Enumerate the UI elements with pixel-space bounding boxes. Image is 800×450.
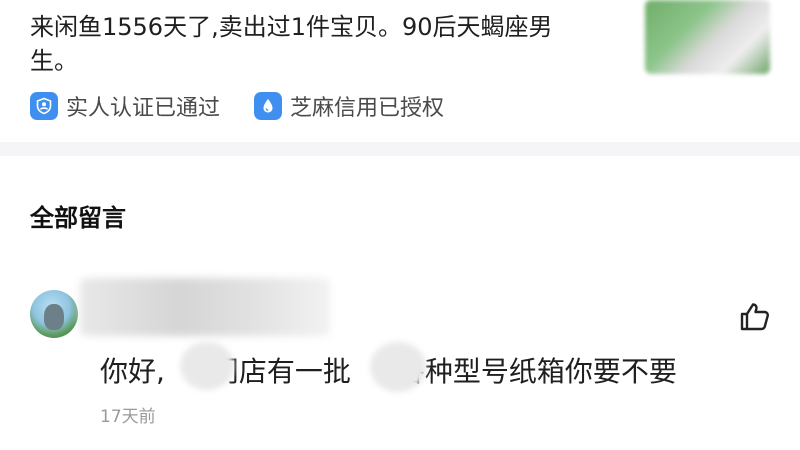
person-verified-icon — [30, 92, 58, 120]
comment-item: 你好, 门店有一批 各种型号纸箱你要不要 17天前 — [0, 270, 800, 450]
section-divider — [0, 142, 800, 156]
badge-real-name-verified[interactable]: 实人认证已通过 — [30, 90, 220, 122]
username-redacted — [80, 278, 330, 336]
comment-text: 你好, — [100, 355, 165, 388]
sesame-credit-icon — [254, 92, 283, 120]
item-thumbnail-blurred[interactable] — [645, 0, 770, 74]
badge-label: 芝麻信用已授权 — [290, 96, 445, 121]
redaction-blur — [180, 342, 234, 390]
comments-section-title: 全部留言 — [30, 204, 126, 232]
seller-info-card: 来闲鱼1556天了,卖出过1件宝贝。90后天蝎座男生。 实人认证已通过 芝麻信用… — [0, 0, 800, 140]
comment-time: 17天前 — [100, 407, 156, 427]
badge-label: 实人认证已通过 — [66, 96, 221, 121]
redaction-blur — [370, 342, 426, 392]
comment-text: 各种型号纸箱你要不要 — [396, 355, 677, 388]
avatar[interactable] — [30, 290, 78, 338]
seller-bio: 来闲鱼1556天了,卖出过1件宝贝。90后天蝎座男生。 — [30, 13, 553, 75]
avatar-figure — [44, 304, 64, 330]
thumbs-up-icon[interactable] — [738, 300, 772, 334]
badge-sesame-credit[interactable]: 芝麻信用已授权 — [254, 90, 444, 122]
verification-badges: 实人认证已通过 芝麻信用已授权 — [30, 90, 478, 122]
